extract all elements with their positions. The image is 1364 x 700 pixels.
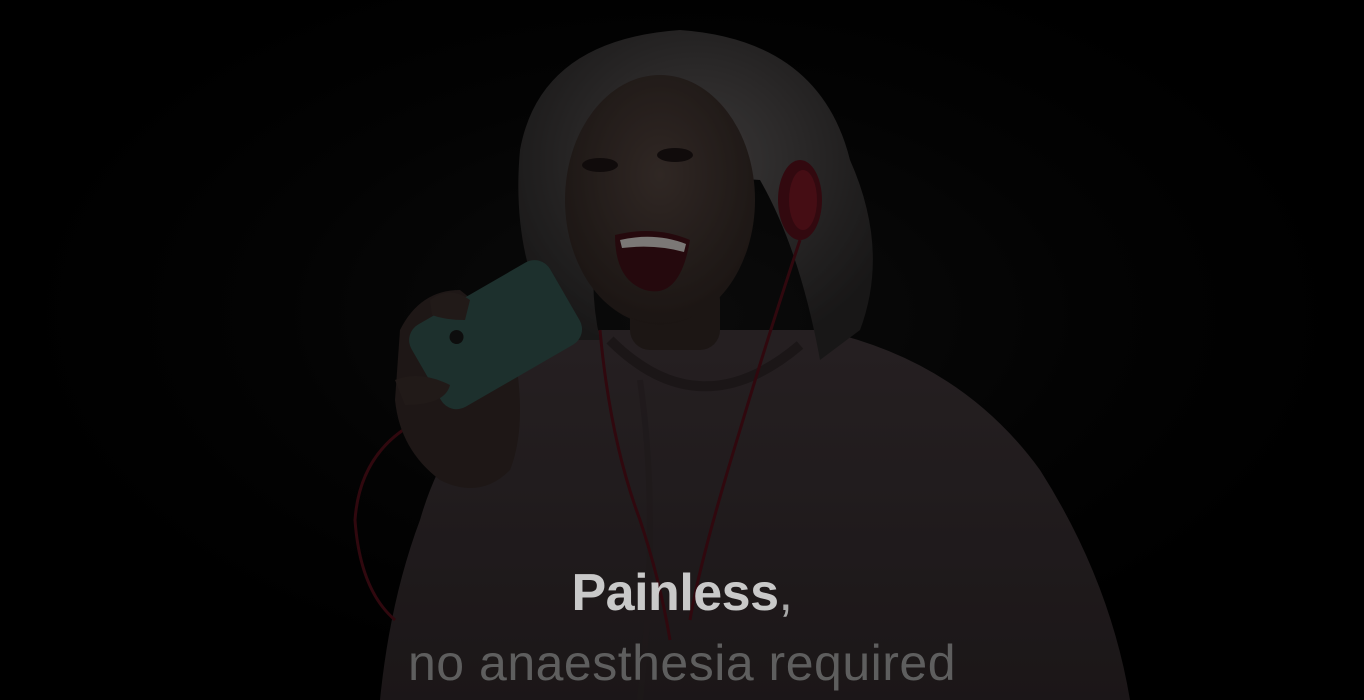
headline-strong: Painless bbox=[571, 564, 780, 622]
hero-section: Painless, no anaesthesia required bbox=[0, 0, 1364, 700]
hero-headline: Painless, no anaesthesia required bbox=[0, 560, 1364, 696]
headline-primary: Painless, bbox=[0, 560, 1364, 626]
headline-secondary: no anaesthesia required bbox=[408, 635, 956, 691]
headline-punct: , bbox=[778, 564, 793, 622]
